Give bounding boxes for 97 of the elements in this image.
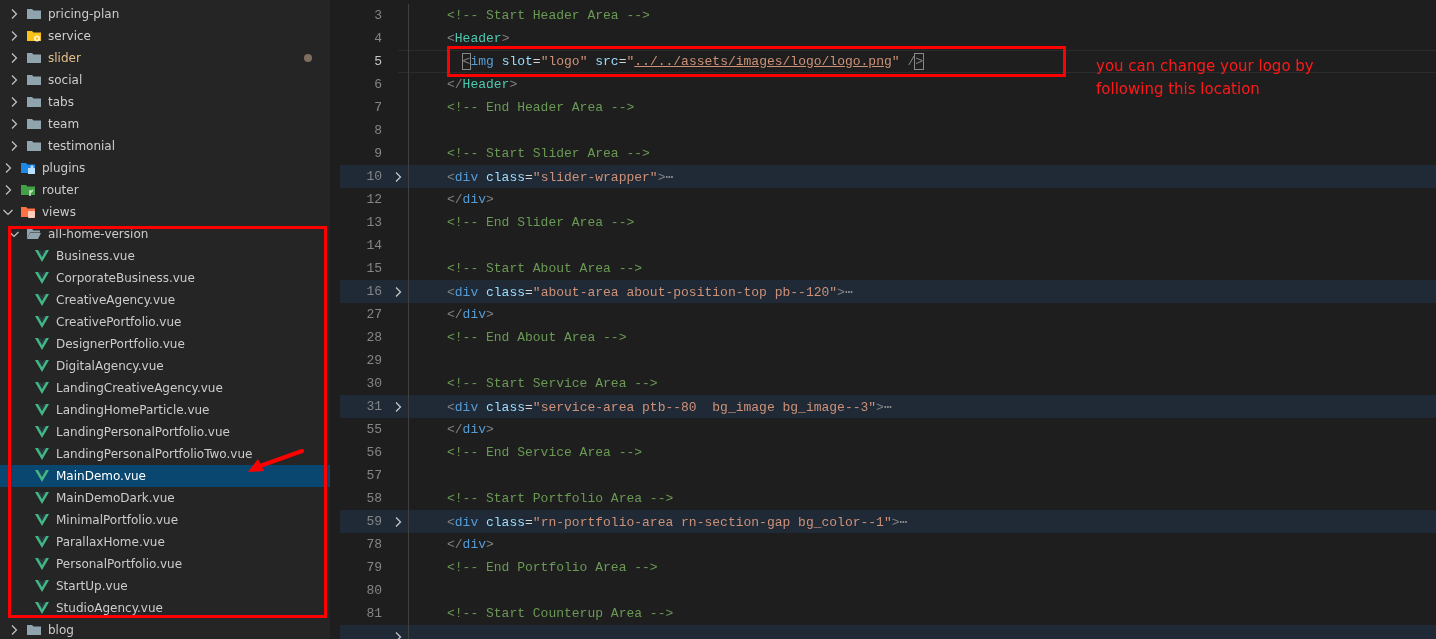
tree-item[interactable]: router bbox=[0, 179, 330, 201]
vue-icon bbox=[34, 248, 50, 264]
vue-icon bbox=[34, 600, 50, 616]
vue-icon bbox=[34, 490, 50, 506]
tree-item[interactable]: StartUp.vue bbox=[0, 575, 330, 597]
line-number: 59 bbox=[365, 514, 382, 529]
code-line: </div> bbox=[447, 537, 494, 552]
code-line: <!-- End Header Area --> bbox=[447, 100, 635, 115]
line-number: 28 bbox=[365, 330, 382, 345]
line-number: 58 bbox=[365, 491, 382, 506]
line-number: 27 bbox=[365, 307, 382, 322]
code-line: <!-- End Service Area --> bbox=[447, 445, 643, 460]
annotation-text: following this location bbox=[1096, 79, 1261, 100]
line-number: 56 bbox=[365, 445, 382, 460]
line-number: 29 bbox=[365, 353, 382, 368]
vue-icon bbox=[34, 578, 50, 594]
code-line: <!-- Start Header Area --> bbox=[447, 8, 650, 23]
vue-icon bbox=[34, 270, 50, 286]
code-line: <!-- End Slider Area --> bbox=[447, 215, 635, 230]
tree-item[interactable]: MinimalPortfolio.vue bbox=[0, 509, 330, 531]
vue-icon bbox=[34, 402, 50, 418]
modified-dot bbox=[304, 54, 312, 62]
line-number: 80 bbox=[365, 583, 382, 598]
tree-item[interactable]: blog bbox=[0, 619, 330, 639]
code-line: </div> bbox=[447, 422, 494, 437]
code-line: <div class="service-area ptb--80 bg_image bg_image--3">⋯ bbox=[447, 398, 892, 415]
code-line: </div> bbox=[447, 307, 494, 322]
code-line: <!-- Start Service Area --> bbox=[447, 376, 658, 391]
vue-icon bbox=[34, 424, 50, 440]
vue-icon bbox=[34, 468, 50, 484]
line-number: 3 bbox=[373, 8, 382, 23]
line-number: 7 bbox=[373, 100, 382, 115]
vue-icon bbox=[34, 556, 50, 572]
annotation-text: you can change your logo by bbox=[1096, 56, 1314, 77]
code-line: <Header> bbox=[447, 31, 510, 46]
code-line: <!-- Start Slider Area --> bbox=[447, 146, 650, 161]
tree-item[interactable]: MainDemo.vue bbox=[0, 465, 330, 487]
tree-item[interactable]: CorporateBusiness.vue bbox=[0, 267, 330, 289]
line-number: 30 bbox=[365, 376, 382, 391]
tree-item[interactable]: LandingCreativeAgency.vue bbox=[0, 377, 330, 399]
tree-item[interactable]: views bbox=[0, 201, 330, 223]
tree-item[interactable]: social bbox=[0, 69, 330, 91]
line-number: 57 bbox=[365, 468, 382, 483]
line-number: 15 bbox=[365, 261, 382, 276]
vue-icon bbox=[34, 380, 50, 396]
line-number: 14 bbox=[365, 238, 382, 253]
line-number: 5 bbox=[373, 54, 382, 69]
line-number: 12 bbox=[365, 192, 382, 207]
code-line: <div class="slider-wrapper">⋯ bbox=[447, 168, 674, 185]
tree-item[interactable]: pricing-plan bbox=[0, 3, 330, 25]
line-number: 13 bbox=[365, 215, 382, 230]
line-number: 9 bbox=[373, 146, 382, 161]
tree-item[interactable]: testimonial bbox=[0, 135, 330, 157]
code-line: <div class="about-area about-position-top pb--120">⋯ bbox=[447, 283, 853, 300]
vue-icon bbox=[34, 336, 50, 352]
code-line: </div> bbox=[447, 192, 494, 207]
tree-item[interactable]: CreativeAgency.vue bbox=[0, 289, 330, 311]
vue-icon bbox=[34, 358, 50, 374]
line-number: 79 bbox=[365, 560, 382, 575]
line-number: 81 bbox=[365, 606, 382, 621]
line-number: 78 bbox=[365, 537, 382, 552]
tree-item[interactable]: all-home-version bbox=[0, 223, 330, 245]
line-number: 10 bbox=[365, 169, 382, 184]
tree-item[interactable]: CreativePortfolio.vue bbox=[0, 311, 330, 333]
tree-item[interactable]: LandingHomeParticle.vue bbox=[0, 399, 330, 421]
code-line: </Header> bbox=[447, 77, 518, 92]
line-number: 8 bbox=[373, 123, 382, 138]
line-number: 55 bbox=[365, 422, 382, 437]
tree-item[interactable]: team bbox=[0, 113, 330, 135]
tree-item[interactable]: Business.vue bbox=[0, 245, 330, 267]
code-line: <!-- Start Counterup Area --> bbox=[447, 606, 674, 621]
line-number: 31 bbox=[365, 399, 382, 414]
code-line: <div class="rn-portfolio-area rn-section-gap bg_color--1">⋯ bbox=[447, 513, 908, 530]
tree-item[interactable]: plugins bbox=[0, 157, 330, 179]
tree-item[interactable]: StudioAgency.vue bbox=[0, 597, 330, 619]
tree-item[interactable]: tabs bbox=[0, 91, 330, 113]
vue-icon bbox=[34, 292, 50, 308]
tree-item[interactable]: service bbox=[0, 25, 330, 47]
tree-item[interactable]: DesignerPortfolio.vue bbox=[0, 333, 330, 355]
tree-item[interactable]: ParallaxHome.vue bbox=[0, 531, 330, 553]
tree-item[interactable]: LandingPersonalPortfolioTwo.vue bbox=[0, 443, 330, 465]
line-number: 4 bbox=[373, 31, 382, 46]
vue-icon bbox=[34, 314, 50, 330]
code-line: <!-- Start Portfolio Area --> bbox=[447, 491, 674, 506]
code-line: <!-- End Portfolio Area --> bbox=[447, 560, 658, 575]
line-number: 16 bbox=[365, 284, 382, 299]
tree-item[interactable]: slider bbox=[0, 47, 330, 69]
vue-icon bbox=[34, 512, 50, 528]
code-line: <!-- Start About Area --> bbox=[447, 261, 643, 276]
tree-item[interactable]: DigitalAgency.vue bbox=[0, 355, 330, 377]
tree-item[interactable]: MainDemoDark.vue bbox=[0, 487, 330, 509]
vue-icon bbox=[34, 534, 50, 550]
code-line: <!-- End About Area --> bbox=[447, 330, 627, 345]
tree-item[interactable]: LandingPersonalPortfolio.vue bbox=[0, 421, 330, 443]
vue-icon bbox=[34, 446, 50, 462]
tree-item[interactable]: PersonalPortfolio.vue bbox=[0, 553, 330, 575]
line-number: 6 bbox=[373, 77, 382, 92]
